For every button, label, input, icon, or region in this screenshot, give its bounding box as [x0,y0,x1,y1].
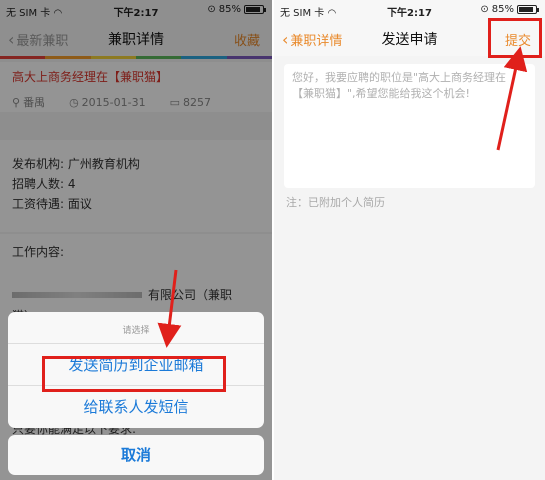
annotation-arrows [157,46,528,348]
annotation-arrow-icon [496,46,528,151]
annotation-arrow-icon [157,269,182,348]
screenshot-root: 无 SIM 卡 ◠ 下午2:17 ⊙ 85% ‹ 最新兼职 兼职详情 收藏 高大… [0,0,545,480]
